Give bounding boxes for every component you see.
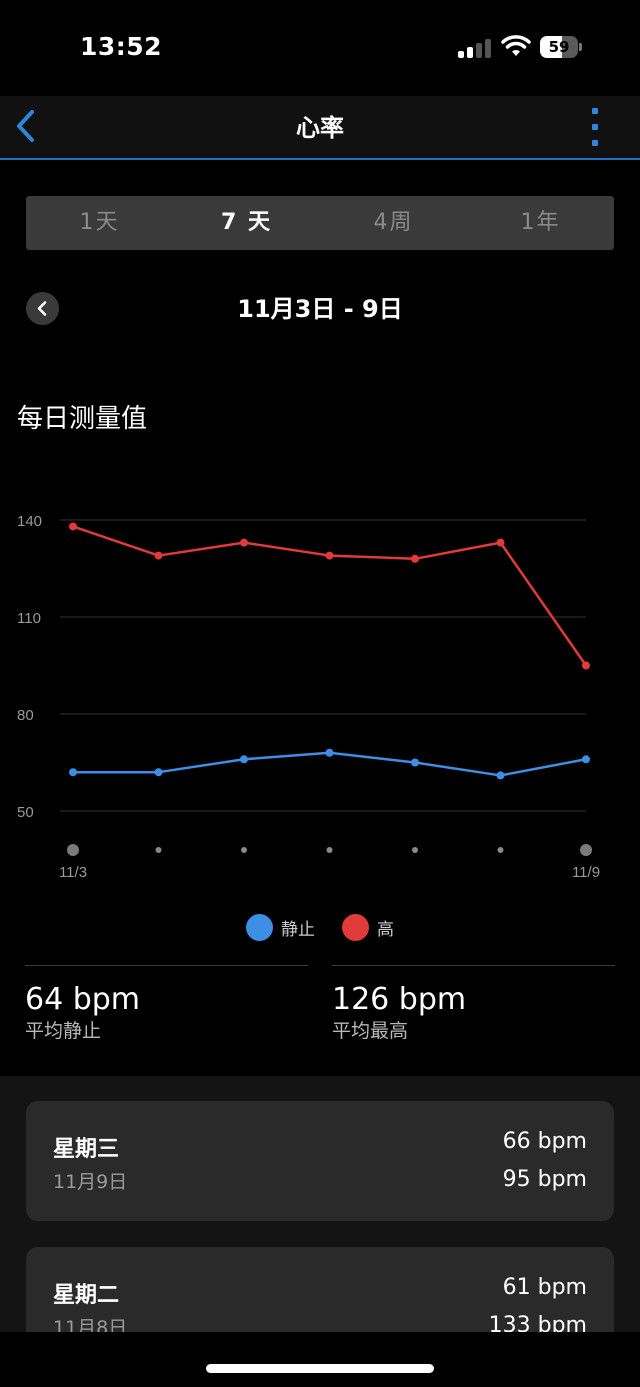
- day-resting-value: 61 bpm: [502, 1275, 587, 1300]
- page-title: 心率: [296, 114, 344, 142]
- y-tick-label: 80: [17, 707, 34, 724]
- date-range-label: 11月3日 - 9日: [237, 295, 403, 323]
- heart-rate-chart: 140 110 80 50 11/3 11/9: [17, 513, 600, 881]
- more-vertical-icon[interactable]: [586, 104, 604, 150]
- x-tick-marker: [326, 847, 333, 853]
- data-point: [240, 755, 248, 764]
- average-resting-value: 64 bpm: [25, 982, 141, 1017]
- section-title: 每日测量值: [17, 404, 148, 434]
- legend-item-high: 高: [342, 912, 394, 942]
- x-tick-marker: [155, 847, 162, 853]
- average-high: 126 bpm 平均最高: [332, 965, 615, 1044]
- data-point: [582, 661, 590, 670]
- day-date: 11月9日: [53, 1171, 128, 1193]
- day-high-value: 133 bpm: [488, 1313, 587, 1332]
- x-tick-marker: [241, 847, 247, 853]
- data-point: [69, 522, 77, 531]
- data-point: [582, 755, 590, 764]
- status-bar: 13:52 59: [0, 0, 640, 96]
- battery-icon: 59: [540, 36, 582, 58]
- daily-list: 星期三 11月9日 66 bpm 95 bpm 星期二 11月8日 61 bpm…: [0, 1076, 640, 1332]
- x-tick-marker: [67, 844, 79, 856]
- previous-period-button[interactable]: [26, 292, 59, 325]
- y-tick-label: 110: [17, 610, 41, 627]
- legend-label-high: 高: [377, 919, 394, 940]
- tab-1-day[interactable]: 1天: [26, 196, 173, 250]
- series-line-1: [72, 525, 588, 667]
- x-tick-label: 11/3: [59, 864, 87, 881]
- data-point: [154, 551, 163, 560]
- x-tick-marker: [580, 844, 592, 856]
- home-indicator[interactable]: [206, 1364, 434, 1373]
- day-high-value: 95 bpm: [502, 1167, 587, 1192]
- data-point: [154, 768, 163, 777]
- data-point: [325, 748, 334, 757]
- list-item[interactable]: 星期二 11月8日 61 bpm 133 bpm: [26, 1247, 614, 1332]
- data-point: [69, 768, 77, 777]
- average-resting: 64 bpm 平均静止: [25, 965, 308, 1044]
- data-point: [240, 538, 248, 547]
- day-resting-value: 66 bpm: [502, 1129, 587, 1154]
- legend-item-resting: 静止: [246, 912, 315, 942]
- cellular-signal-icon: [458, 38, 492, 58]
- day-weekday: 星期二: [53, 1283, 120, 1308]
- tab-1-year[interactable]: 1年: [467, 196, 614, 250]
- y-tick-label: 50: [17, 804, 34, 821]
- data-point: [325, 551, 334, 560]
- tab-4-weeks[interactable]: 4周: [320, 196, 467, 250]
- chart-legend: 静止 高: [0, 912, 640, 942]
- day-weekday: 星期三: [53, 1137, 120, 1162]
- legend-dot-high: [342, 913, 369, 941]
- legend-dot-resting: [246, 913, 273, 941]
- wifi-icon: [501, 35, 531, 56]
- day-date: 11月8日: [53, 1317, 128, 1332]
- status-time: 13:52: [80, 32, 163, 61]
- x-tick-marker: [497, 847, 504, 853]
- data-point: [411, 554, 419, 563]
- y-tick-label: 140: [17, 513, 42, 530]
- data-point: [496, 771, 505, 780]
- average-high-value: 126 bpm: [332, 982, 467, 1017]
- average-resting-label: 平均静止: [25, 1020, 102, 1042]
- legend-label-resting: 静止: [281, 919, 315, 940]
- range-selector: 1天 7 天 4周 1年: [26, 196, 614, 250]
- tab-7-days[interactable]: 7 天: [173, 196, 320, 250]
- average-high-label: 平均最高: [332, 1020, 409, 1042]
- x-tick-marker: [412, 847, 418, 853]
- nav-bar: 心率: [0, 96, 640, 160]
- data-point: [496, 538, 505, 547]
- battery-level: 59: [548, 38, 570, 56]
- data-point: [411, 758, 419, 767]
- x-tick-label: 11/9: [572, 864, 600, 881]
- list-item[interactable]: 星期三 11月9日 66 bpm 95 bpm: [26, 1101, 614, 1221]
- home-bar-area: [0, 1332, 640, 1387]
